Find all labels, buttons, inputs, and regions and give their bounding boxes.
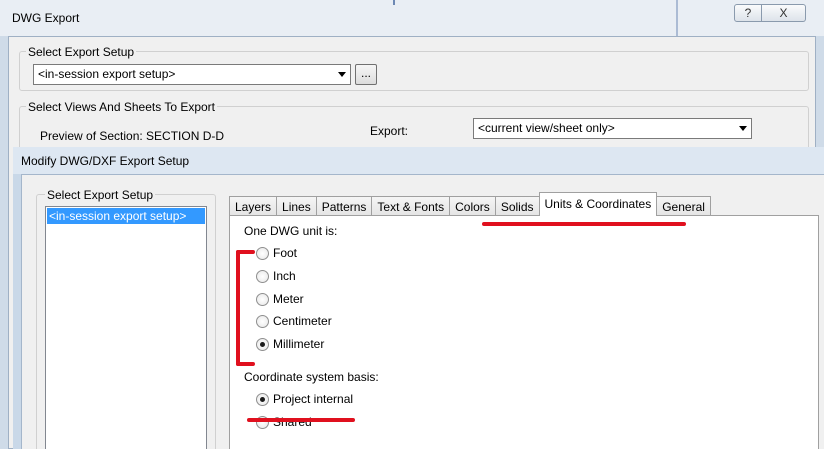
tab-text-fonts[interactable]: Text & Fonts [371,196,451,216]
unit-option-centimeter[interactable]: Centimeter [256,314,332,328]
annotation-underline-coords [247,418,355,422]
ellipsis-icon: ... [360,66,371,80]
unit-option-label: Inch [273,269,296,283]
modify-dialog-client: Select Export Setup <in-session export s… [21,174,824,449]
export-setup-combo[interactable]: <in-session export setup> [33,64,351,85]
chevron-down-icon [739,126,747,131]
select-setup-group-label: Select Export Setup [45,188,156,202]
tab-strip: Layers Lines Patterns Text & Fonts Color… [229,192,711,216]
unit-option-foot[interactable]: Foot [256,246,297,260]
tab-solids[interactable]: Solids [494,196,540,216]
modify-export-setup-dialog: Modify DWG/DXF Export Setup Select Expor… [13,147,824,449]
export-range-combo-value: <current view/sheet only> [478,121,615,135]
help-button[interactable]: ? [734,4,762,22]
tab-general[interactable]: General [656,196,711,216]
coord-option-label: Project internal [273,392,354,406]
coord-option-project-internal[interactable]: Project internal [256,392,353,406]
radio-centimeter[interactable] [256,314,269,328]
unit-option-label: Millimeter [273,337,325,351]
annotation-bracket-side [236,250,240,366]
help-icon: ? [744,6,752,20]
radio-millimeter[interactable] [256,337,269,351]
tab-units-coordinates[interactable]: Units & Coordinates [538,192,658,216]
export-range-combo[interactable]: <current view/sheet only> [473,118,752,139]
unit-option-label: Foot [273,246,298,260]
unit-option-meter[interactable]: Meter [256,292,304,306]
annotation-underline-tab [482,222,686,226]
background-drawing-line [393,0,395,5]
unit-option-inch[interactable]: Inch [256,269,296,283]
radio-foot[interactable] [256,246,269,260]
close-button[interactable]: X [762,4,806,22]
radio-project-internal[interactable] [256,392,269,406]
list-item[interactable]: <in-session export setup> [47,208,205,224]
radio-inch[interactable] [256,269,269,283]
dwg-unit-label: One DWG unit is: [244,224,338,238]
dwg-export-title-bar[interactable]: DWG Export ? X [0,0,824,36]
units-coordinates-panel: One DWG unit is: Foot Inch Meter Centime… [229,215,819,449]
export-setup-list[interactable]: <in-session export setup> [45,206,207,449]
radio-meter[interactable] [256,292,269,306]
background-drawing-line [676,0,678,36]
unit-option-label: Centimeter [273,314,332,328]
unit-option-label: Meter [273,292,304,306]
tab-colors[interactable]: Colors [449,196,496,216]
export-setup-group-label: Select Export Setup [26,45,137,59]
preview-label: Preview of Section: SECTION D-D [40,129,225,143]
dwg-export-title: DWG Export [12,11,80,25]
modify-dialog-title-bar[interactable]: Modify DWG/DXF Export Setup [13,147,824,174]
modify-dialog-title: Modify DWG/DXF Export Setup [21,154,190,168]
tab-patterns[interactable]: Patterns [315,196,373,216]
close-icon: X [779,6,788,20]
export-label: Export: [370,124,409,138]
export-setup-combo-value: <in-session export setup> [38,67,176,81]
tab-layers[interactable]: Layers [229,196,278,216]
tab-lines[interactable]: Lines [276,196,317,216]
unit-option-millimeter[interactable]: Millimeter [256,337,324,351]
annotation-bracket-bottom [236,362,255,366]
chevron-down-icon [338,72,346,77]
coordinate-basis-label: Coordinate system basis: [244,370,379,384]
views-sheets-group-label: Select Views And Sheets To Export [26,100,218,114]
browse-setup-button[interactable]: ... [355,64,377,85]
